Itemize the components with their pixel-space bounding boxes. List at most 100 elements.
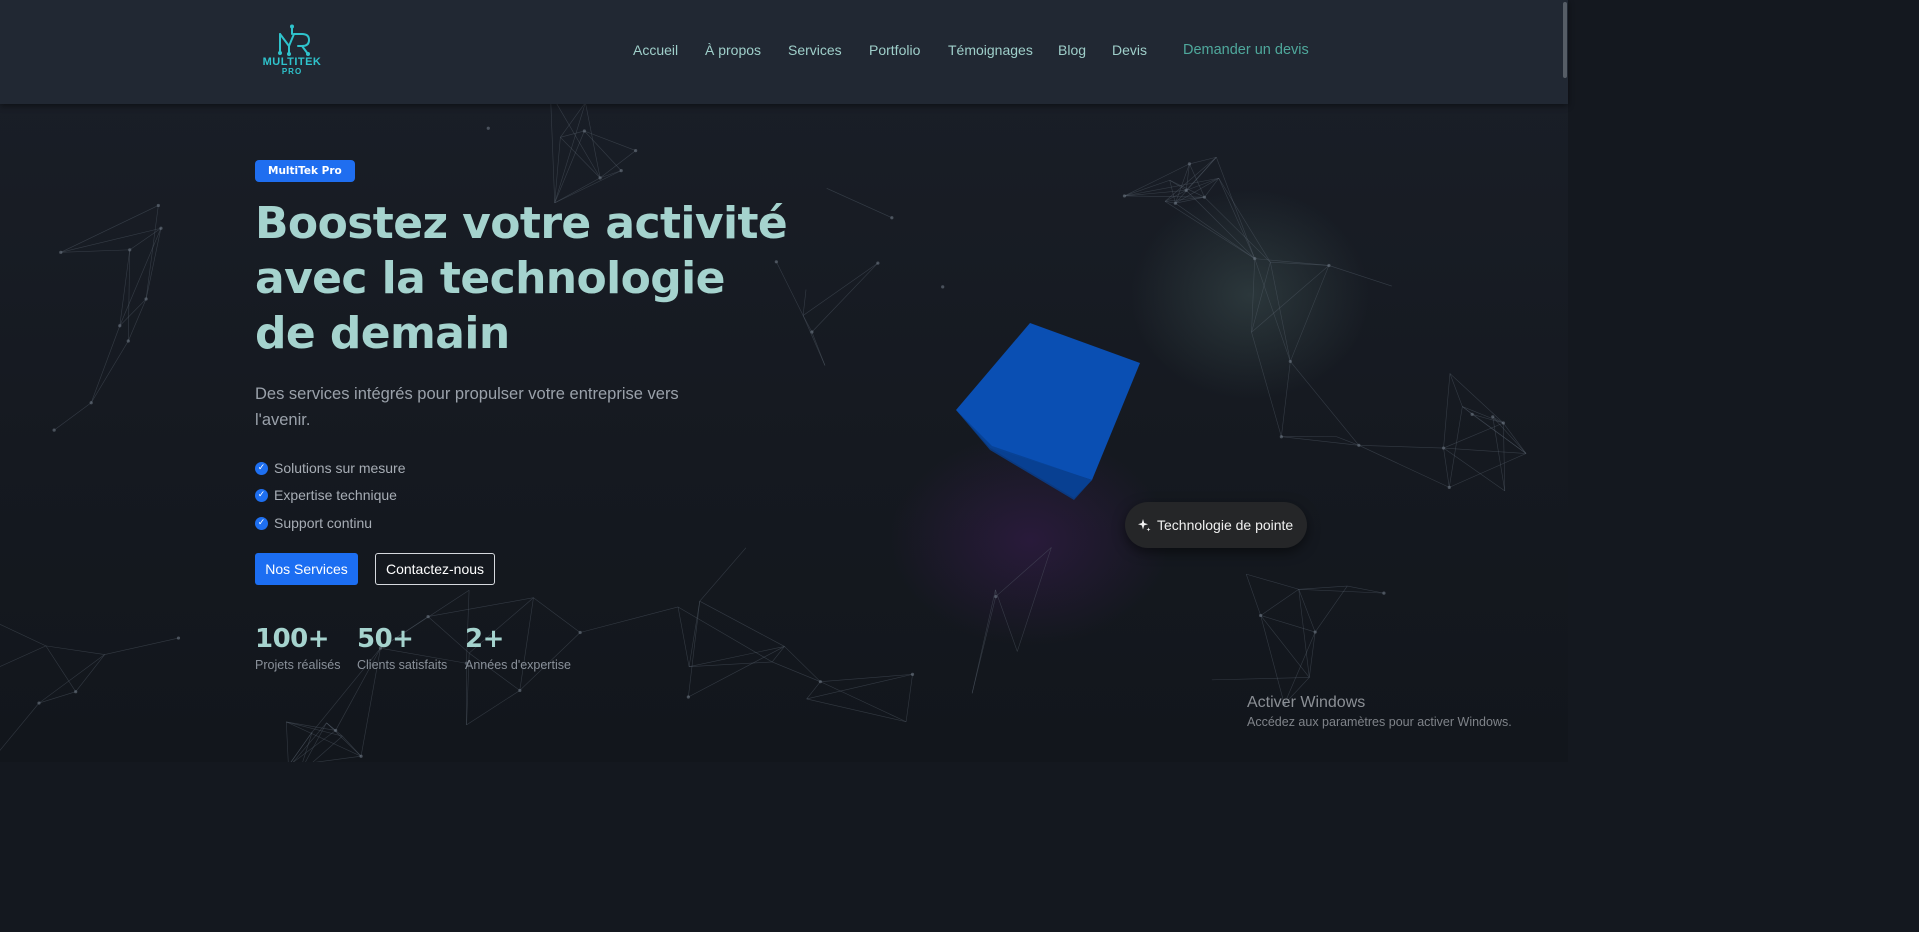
network-line: [1260, 615, 1310, 678]
network-node: [578, 630, 582, 635]
network-line: [1462, 406, 1504, 424]
network-node: [426, 615, 430, 619]
network-line: [1290, 361, 1360, 446]
nav-item-accueil[interactable]: Accueil: [633, 42, 678, 58]
network-line: [1216, 157, 1256, 259]
network-line: [688, 646, 785, 698]
network-node: [1279, 435, 1283, 439]
network-node: [1122, 194, 1127, 198]
network-line: [119, 298, 147, 326]
network-line: [53, 402, 92, 431]
stat-years: 2+ Années d'expertise: [465, 624, 571, 672]
network-node: [1187, 162, 1192, 166]
network-line: [560, 104, 585, 138]
stat-value: 50+: [357, 624, 414, 654]
nav-item-devis[interactable]: Devis: [1112, 42, 1147, 58]
network-line: [145, 228, 162, 300]
network-line: [293, 730, 336, 762]
headline-line-3: de demain: [255, 308, 510, 359]
network-node: [1357, 443, 1361, 447]
network-line: [1186, 190, 1255, 259]
network-line: [342, 735, 362, 757]
network-node: [634, 148, 638, 153]
network-line: [1503, 423, 1506, 491]
network-line: [286, 721, 362, 757]
tech-badge-label: Technologie de pointe: [1157, 517, 1294, 533]
stat-label: Clients satisfaits: [357, 658, 448, 672]
check-circle-icon: ✓: [255, 462, 268, 475]
stat-clients: 50+ Clients satisfaits: [357, 624, 447, 672]
network-node: [74, 690, 78, 694]
network-line: [688, 601, 701, 667]
nav-item-blog[interactable]: Blog: [1058, 42, 1086, 58]
network-line: [1281, 361, 1291, 437]
network-line: [554, 104, 586, 203]
network-line: [0, 645, 46, 667]
nav-item-a-propos[interactable]: À propos: [705, 42, 761, 58]
stat-label: Années d'expertise: [465, 658, 571, 672]
contact-us-button[interactable]: Contactez-nous: [375, 553, 495, 585]
3d-cube-graphic: [956, 323, 1140, 500]
network-line: [290, 731, 313, 762]
logo-line-1: MULTITEK: [262, 56, 322, 68]
network-line: [689, 646, 785, 667]
network-node: [176, 636, 181, 640]
network-node: [1184, 188, 1188, 192]
network-node: [686, 695, 690, 699]
network-node: [1259, 613, 1263, 618]
network-line: [1443, 447, 1505, 492]
network-line: [1443, 447, 1527, 454]
network-node: [1313, 630, 1317, 634]
logo-wordmark[interactable]: MULTITEK PRO: [262, 57, 322, 77]
network-line: [1245, 574, 1261, 616]
brand-badge: MultiTek Pro: [255, 160, 355, 182]
network-line: [554, 130, 585, 203]
network-line: [784, 646, 821, 682]
network-node: [910, 672, 915, 676]
feature-label: Expertise technique: [274, 487, 397, 503]
nav-item-portfolio[interactable]: Portfolio: [869, 42, 920, 58]
network-line: [60, 249, 130, 253]
network-node: [1447, 485, 1451, 489]
network-line: [584, 130, 636, 151]
network-node: [1288, 359, 1292, 364]
network-line: [1164, 201, 1255, 259]
network-line: [811, 262, 879, 333]
network-line: [820, 674, 913, 682]
network-node: [619, 169, 623, 173]
network-node: [334, 728, 338, 733]
our-services-button[interactable]: Nos Services: [255, 553, 358, 585]
network-node: [1441, 446, 1446, 450]
scrollbar-thumb[interactable]: [1563, 2, 1567, 78]
network-line: [1016, 547, 1052, 652]
network-line: [820, 681, 907, 723]
feature-label: Support continu: [274, 515, 373, 531]
windows-activation-title: Activer Windows: [1247, 694, 1366, 711]
network-node: [1470, 412, 1474, 416]
check-circle-icon: ✓: [255, 489, 268, 502]
network-node: [126, 339, 130, 343]
network-line: [315, 755, 362, 762]
network-node: [37, 701, 41, 705]
network-line: [45, 645, 105, 655]
network-node: [1327, 263, 1331, 268]
network-line: [1251, 332, 1282, 437]
network-line: [550, 104, 556, 203]
nav-item-temoignages[interactable]: Témoignages: [948, 42, 1033, 58]
network-line: [145, 205, 159, 300]
network-line: [326, 722, 362, 757]
network-node: [598, 176, 602, 180]
network-line: [1448, 406, 1463, 488]
request-quote-link[interactable]: Demander un devis: [1183, 42, 1309, 58]
network-line: [466, 690, 520, 726]
network-line: [428, 597, 534, 617]
feature-label: Solutions sur mesure: [274, 460, 406, 476]
network-line: [826, 188, 892, 218]
nav-item-services[interactable]: Services: [788, 42, 842, 58]
network-line: [60, 227, 162, 253]
network-line: [585, 104, 601, 178]
network-line: [1260, 589, 1299, 616]
network-line: [60, 205, 159, 253]
stat-value: 2+: [465, 624, 504, 654]
network-line: [1449, 373, 1463, 407]
